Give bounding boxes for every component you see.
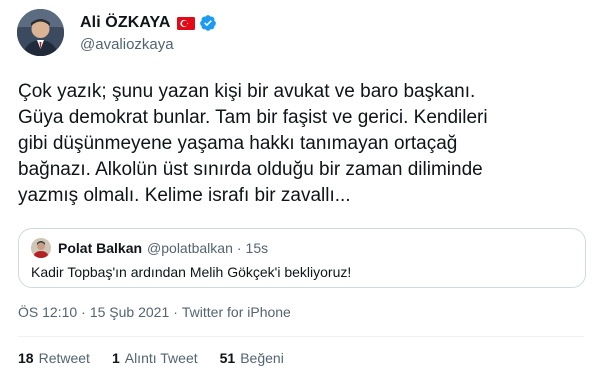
quoted-tweet-time: 15s	[245, 240, 269, 256]
meta-separator: ·	[81, 304, 86, 320]
author-name-row: Ali ÖZKAYA	[80, 12, 217, 34]
quoted-author-avatar	[31, 238, 51, 258]
quote-tweets-count: 1	[111, 350, 120, 366]
tweet-time[interactable]: ÖS 12:10	[18, 304, 77, 320]
likes-count: 51	[219, 350, 236, 366]
author-avatar[interactable]	[17, 9, 64, 56]
likes-label: Beğeni	[240, 350, 284, 366]
quoted-author-handle: @polatbalkan	[147, 240, 233, 256]
quoted-author-display-name: Polat Balkan	[58, 240, 143, 256]
tweet-stats: 18 Retweet 1 Alıntı Tweet 51 Beğeni	[18, 350, 306, 366]
tweet-date[interactable]: 15 Şub 2021	[90, 304, 169, 320]
author-display-name[interactable]: Ali ÖZKAYA	[80, 14, 171, 32]
quoted-tweet-text: Kadir Topbaş'ın ardından Melih Gökçek'i …	[31, 264, 352, 280]
retweets-label: Retweet	[38, 350, 90, 366]
turkey-flag-icon	[176, 16, 195, 30]
likes-stat[interactable]: 51 Beğeni	[220, 350, 284, 366]
tweet-text: Çok yazık; şunu yazan kişi bir avukat ve…	[18, 81, 488, 206]
quoted-tweet-header: Polat Balkan @polatbalkan · 15s	[31, 238, 268, 258]
retweets-count: 18	[18, 350, 34, 366]
tweet-header: Ali ÖZKAYA @avaliozkaya	[0, 0, 600, 64]
meta-separator: ·	[173, 304, 178, 320]
quote-tweets-stat[interactable]: 1 Alıntı Tweet	[112, 350, 198, 366]
author-handle[interactable]: @avaliozkaya	[80, 36, 174, 53]
tweet-source[interactable]: Twitter for iPhone	[182, 304, 291, 320]
divider	[18, 336, 584, 337]
quoted-tweet-card[interactable]: Polat Balkan @polatbalkan · 15s Kadir To…	[18, 228, 586, 288]
quote-tweets-label: Alıntı Tweet	[124, 350, 198, 366]
tweet-meta: ÖS 12:10 · 15 Şub 2021 · Twitter for iPh…	[18, 304, 291, 320]
verified-badge-icon	[199, 14, 217, 32]
retweets-stat[interactable]: 18 Retweet	[18, 350, 90, 366]
quoted-separator: ·	[236, 240, 242, 256]
